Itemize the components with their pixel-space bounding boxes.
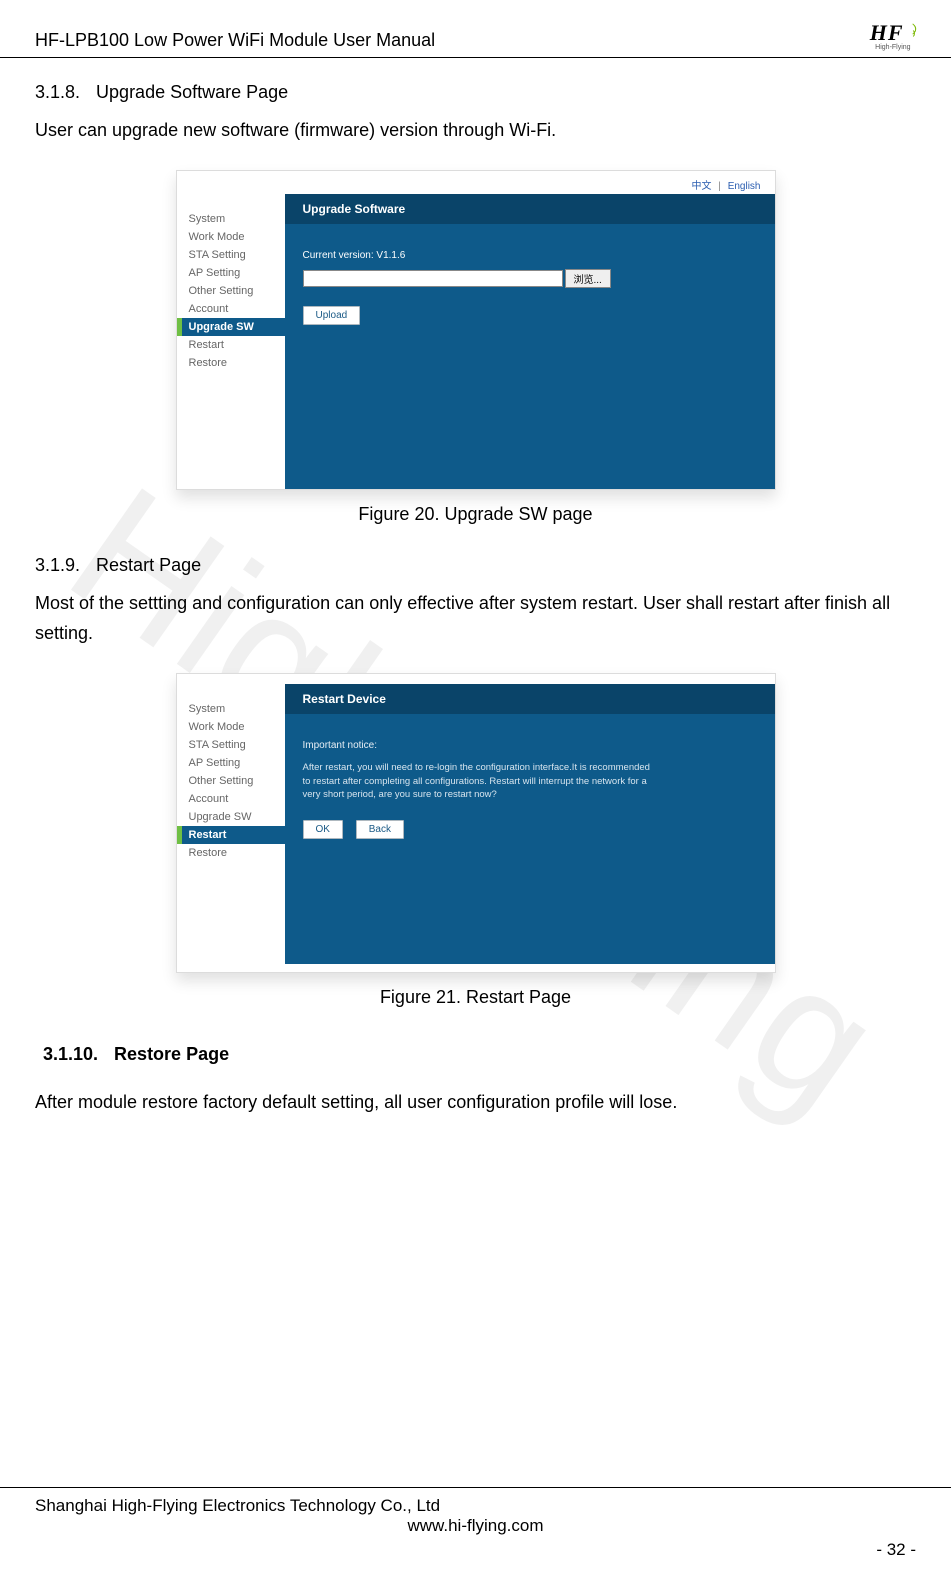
sidebar-item-ap-setting[interactable]: AP Setting xyxy=(177,264,285,282)
language-switcher: 中文 | English xyxy=(177,171,775,194)
section-title: Upgrade Software Page xyxy=(96,82,288,102)
sidebar-item-upgrade-sw[interactable]: Upgrade SW xyxy=(177,318,285,336)
footer-page-number: - 32 - xyxy=(35,1540,916,1560)
section-heading-318: 3.1.8. Upgrade Software Page xyxy=(35,82,916,103)
logo-subtext: High-Flying xyxy=(875,44,910,51)
firmware-file-input[interactable] xyxy=(303,270,563,287)
current-version-label: Current version: V1.1.6 xyxy=(303,250,757,261)
important-notice-text: After restart, you will need to re-login… xyxy=(303,761,653,802)
section-heading-3110: 3.1.10. Restore Page xyxy=(43,1044,916,1065)
page-footer: Shanghai High-Flying Electronics Technol… xyxy=(0,1487,951,1560)
section-title: Restart Page xyxy=(96,555,201,575)
main-panel: Restart Device Important notice: After r… xyxy=(285,684,775,964)
page-header: HF-LPB100 Low Power WiFi Module User Man… xyxy=(0,0,951,58)
sidebar-item-restore[interactable]: Restore xyxy=(177,354,285,372)
sidebar-item-account[interactable]: Account xyxy=(177,790,285,808)
section-body-318: User can upgrade new software (firmware)… xyxy=(35,115,916,146)
footer-company: Shanghai High-Flying Electronics Technol… xyxy=(35,1496,916,1516)
sidebar-item-sta-setting[interactable]: STA Setting xyxy=(177,736,285,754)
lang-separator: | xyxy=(718,181,721,192)
screenshot-restart: System Work Mode STA Setting AP Setting … xyxy=(176,673,776,973)
section-body-319: Most of the settting and configuration c… xyxy=(35,588,916,649)
header-title: HF-LPB100 Low Power WiFi Module User Man… xyxy=(35,30,435,51)
section-number: 3.1.9. xyxy=(35,555,80,576)
sidebar-item-work-mode[interactable]: Work Mode xyxy=(177,718,285,736)
lang-chinese-link[interactable]: 中文 xyxy=(692,181,712,192)
section-heading-319: 3.1.9. Restart Page xyxy=(35,555,916,576)
header-logo: HF High-Flying xyxy=(870,20,916,51)
ok-button[interactable]: OK xyxy=(303,820,343,839)
figure-20: 中文 | English System Work Mode STA Settin… xyxy=(35,170,916,525)
section-body-3110: After module restore factory default set… xyxy=(35,1087,916,1118)
sidebar-nav: System Work Mode STA Setting AP Setting … xyxy=(177,684,285,964)
panel-title: Restart Device xyxy=(285,684,775,714)
logo-text: HF xyxy=(870,20,904,45)
important-notice-label: Important notice: xyxy=(303,740,757,751)
back-button[interactable]: Back xyxy=(356,820,404,839)
sidebar-item-work-mode[interactable]: Work Mode xyxy=(177,228,285,246)
wifi-icon xyxy=(909,25,917,34)
upload-button[interactable]: Upload xyxy=(303,306,361,325)
sidebar-item-restore[interactable]: Restore xyxy=(177,844,285,862)
section-title: Restore Page xyxy=(114,1044,229,1064)
sidebar-item-system[interactable]: System xyxy=(177,700,285,718)
sidebar-item-upgrade-sw[interactable]: Upgrade SW xyxy=(177,808,285,826)
section-number: 3.1.10. xyxy=(43,1044,98,1065)
sidebar-nav: System Work Mode STA Setting AP Setting … xyxy=(177,194,285,489)
sidebar-item-restart[interactable]: Restart xyxy=(177,336,285,354)
sidebar-item-other-setting[interactable]: Other Setting xyxy=(177,772,285,790)
sidebar-item-sta-setting[interactable]: STA Setting xyxy=(177,246,285,264)
sidebar-item-restart[interactable]: Restart xyxy=(177,826,285,844)
main-panel: Upgrade Software Current version: V1.1.6… xyxy=(285,194,775,489)
figure-20-caption: Figure 20. Upgrade SW page xyxy=(35,504,916,525)
browse-button[interactable]: 浏览... xyxy=(565,269,611,288)
sidebar-item-system[interactable]: System xyxy=(177,210,285,228)
sidebar-item-ap-setting[interactable]: AP Setting xyxy=(177,754,285,772)
screenshot-upgrade-sw: 中文 | English System Work Mode STA Settin… xyxy=(176,170,776,490)
sidebar-item-account[interactable]: Account xyxy=(177,300,285,318)
footer-url: www.hi-flying.com xyxy=(35,1516,916,1536)
panel-title: Upgrade Software xyxy=(285,194,775,224)
lang-english-link[interactable]: English xyxy=(728,181,761,192)
figure-21-caption: Figure 21. Restart Page xyxy=(35,987,916,1008)
section-number: 3.1.8. xyxy=(35,82,80,103)
figure-21: System Work Mode STA Setting AP Setting … xyxy=(35,673,916,1008)
sidebar-item-other-setting[interactable]: Other Setting xyxy=(177,282,285,300)
